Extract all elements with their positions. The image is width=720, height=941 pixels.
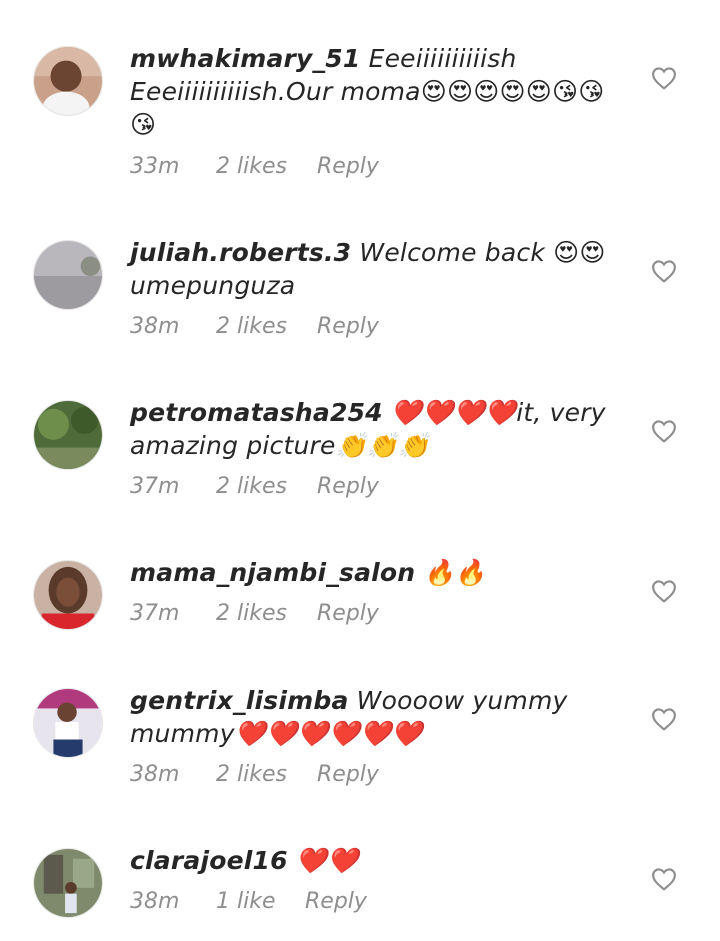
avatar[interactable] (33, 240, 103, 310)
comment-time: 33m (130, 154, 180, 179)
comment-likes[interactable]: 1 like (216, 887, 276, 917)
comment-time: 37m (130, 474, 180, 499)
comment-username[interactable]: gentrix_lisimba (130, 686, 349, 715)
comment-likes[interactable]: 2 likes (216, 472, 287, 502)
comment-body: petromatasha254 ❤️❤️❤️❤️it, very amazing… (130, 396, 620, 462)
heart-outline-icon[interactable] (651, 579, 677, 603)
reply-button[interactable]: Reply (317, 312, 379, 342)
reply-button[interactable]: Reply (317, 760, 379, 790)
comment-username[interactable]: juliah.roberts.3 (130, 238, 351, 267)
comment-text: ❤️❤️ (287, 846, 359, 875)
reply-button[interactable]: Reply (317, 599, 379, 629)
heart-outline-icon[interactable] (651, 66, 677, 90)
heart-outline-icon[interactable] (651, 419, 677, 443)
comment-username[interactable]: mama_njambi_salon (130, 558, 415, 587)
comment-body: clarajoel16 ❤️❤️ (130, 844, 620, 877)
comment-body: juliah.roberts.3 Welcome back 😍😍 umepung… (130, 236, 620, 302)
reply-button[interactable]: Reply (305, 887, 367, 917)
comment-likes[interactable]: 2 likes (216, 312, 287, 342)
comment-username[interactable]: clarajoel16 (130, 846, 288, 875)
comment-username[interactable]: mwhakimary_51 (130, 44, 360, 73)
avatar[interactable] (33, 848, 103, 918)
comment-time: 38m (130, 762, 180, 787)
comment-likes[interactable]: 2 likes (216, 760, 287, 790)
comment-username[interactable]: petromatasha254 (130, 398, 383, 427)
comment-body: mwhakimary_51 Eeeiiiiiiiiiish Eeeiiiiiii… (130, 42, 620, 141)
heart-outline-icon[interactable] (651, 867, 677, 891)
heart-outline-icon[interactable] (651, 707, 677, 731)
avatar[interactable] (33, 688, 103, 758)
avatar[interactable] (33, 400, 103, 470)
comment-body: mama_njambi_salon 🔥🔥 (130, 556, 620, 589)
comment-likes[interactable]: 2 likes (216, 599, 287, 629)
comment-time: 37m (130, 601, 180, 626)
reply-button[interactable]: Reply (317, 472, 379, 502)
comment-time: 38m (130, 314, 180, 339)
comment-text: 🔥🔥 (415, 558, 487, 587)
avatar[interactable] (33, 560, 103, 630)
comment-likes[interactable]: 2 likes (216, 152, 287, 182)
reply-button[interactable]: Reply (317, 152, 379, 182)
heart-outline-icon[interactable] (651, 259, 677, 283)
comment-time: 38m (130, 889, 180, 914)
avatar[interactable] (33, 46, 103, 116)
comment-body: gentrix_lisimba Woooow yummy mummy❤️❤️❤️… (130, 684, 620, 750)
